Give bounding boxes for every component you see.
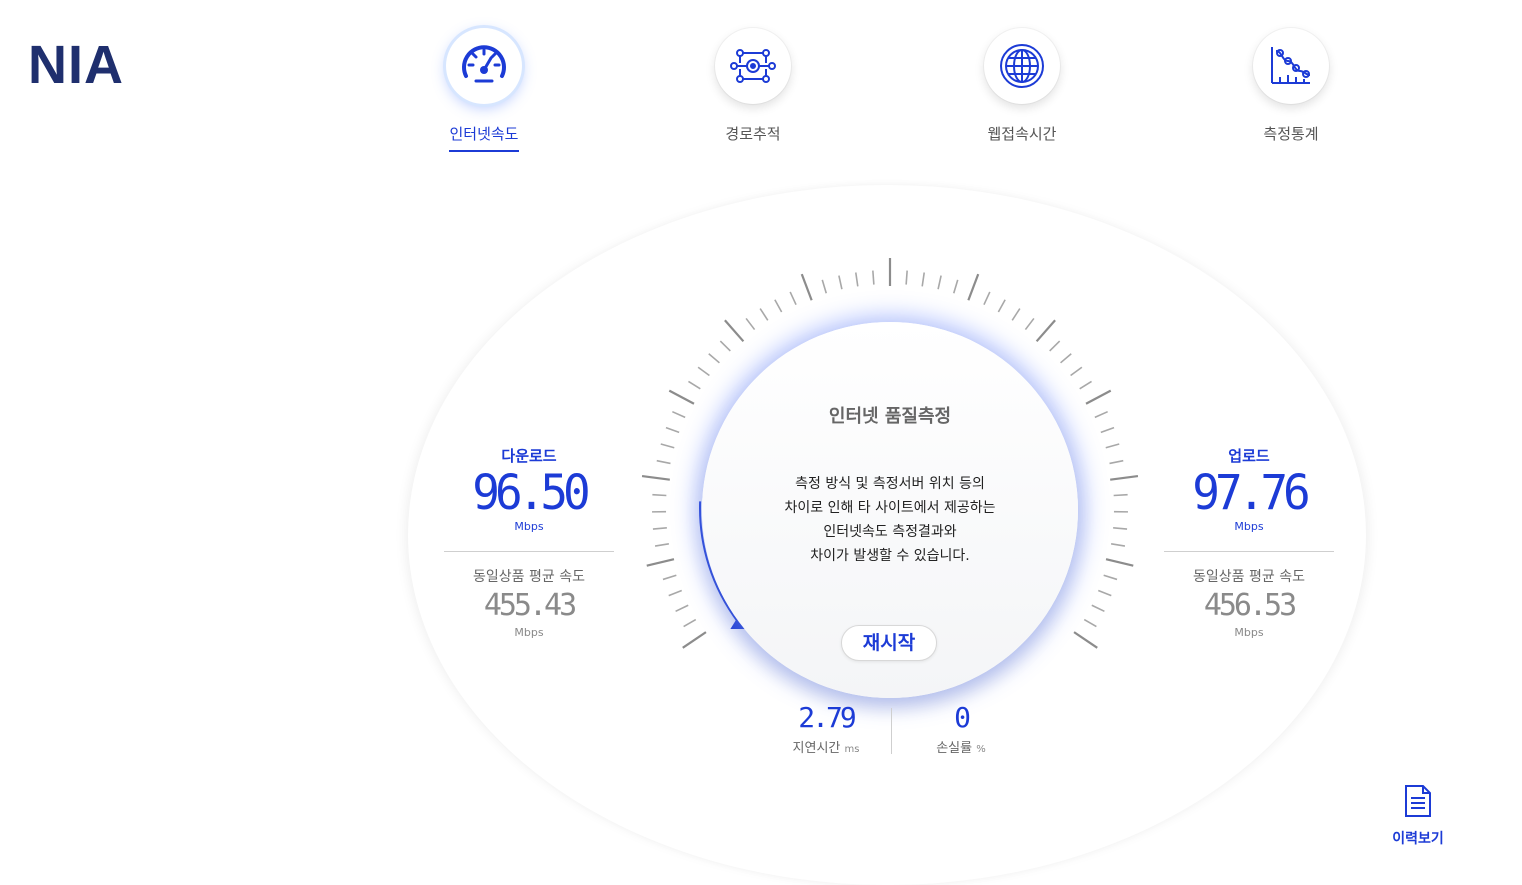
- gauge-message-line: 차이로 인해 타 사이트에서 제공하는: [702, 496, 1078, 520]
- upload-avg-unit: Mbps: [1164, 626, 1334, 639]
- gauge-tick: [1114, 495, 1128, 496]
- gauge-tick: [1104, 575, 1117, 579]
- gauge-tick: [1111, 544, 1125, 546]
- gauge-tick: [642, 476, 670, 480]
- upload-unit: Mbps: [1164, 520, 1334, 533]
- download-value: 96.50: [444, 467, 614, 517]
- gauge-tick: [790, 292, 796, 305]
- gauge-message-line: 차이가 발생할 수 있습니다.: [702, 544, 1078, 568]
- download-unit: Mbps: [444, 520, 614, 533]
- document-icon: [1403, 784, 1433, 818]
- gauge-message-line: 측정 방식 및 측정서버 위치 등의: [702, 472, 1078, 496]
- divider: [444, 551, 614, 552]
- upload-value: 97.76: [1164, 467, 1334, 517]
- gauge-tick: [760, 309, 768, 321]
- gauge-tick: [672, 412, 685, 418]
- gauge-tick: [1012, 309, 1020, 321]
- gauge-tick: [1025, 318, 1033, 329]
- latency-value: 2.79: [776, 702, 876, 734]
- loss-label: 손실률 %: [911, 737, 1011, 756]
- download-avg-value: 455.43: [444, 588, 614, 624]
- download-panel: 다운로드 96.50 Mbps 동일상품 평균 속도 455.43 Mbps: [444, 445, 614, 639]
- gauge-tick: [653, 528, 667, 529]
- gauge-tick: [669, 391, 694, 404]
- gauge-tick: [1110, 461, 1124, 464]
- gauge-tick: [938, 276, 941, 290]
- gauge-tick: [647, 559, 674, 565]
- latency-label: 지연시간 ms: [776, 737, 876, 756]
- upload-avg-value: 456.53: [1164, 588, 1334, 624]
- gauge-message-line: 인터넷속도 측정결과와: [702, 520, 1078, 544]
- gauge-tick: [709, 354, 720, 363]
- gauge-tick: [676, 605, 689, 611]
- gauge-tick: [1084, 620, 1096, 627]
- gauge-tick: [666, 428, 679, 433]
- download-avg-label: 동일상품 평균 속도: [444, 566, 614, 586]
- gauge-tick: [669, 590, 682, 595]
- gauge-tick: [775, 300, 782, 312]
- gauge-tick: [720, 341, 730, 351]
- gauge-tick: [1080, 381, 1092, 388]
- gauge-tick: [657, 461, 671, 464]
- download-avg-unit: Mbps: [444, 626, 614, 639]
- loss-value: 0: [911, 702, 1011, 734]
- gauge-tick: [839, 276, 842, 290]
- upload-panel: 업로드 97.76 Mbps 동일상품 평균 속도 456.53 Mbps: [1164, 445, 1334, 639]
- divider: [1164, 551, 1334, 552]
- gauge-tick: [1101, 428, 1114, 433]
- gauge-tick: [802, 274, 812, 300]
- gauge-tick: [652, 495, 666, 496]
- gauge-tick: [1050, 341, 1060, 351]
- history-button[interactable]: 이력보기: [1382, 784, 1454, 848]
- gauge-message: 측정 방식 및 측정서버 위치 등의 차이로 인해 타 사이트에서 제공하는 인…: [702, 472, 1078, 568]
- loss-label-text: 손실률: [936, 741, 972, 756]
- loss-metric: 0 손실률 %: [911, 702, 1011, 756]
- latency-label-text: 지연시간: [793, 741, 841, 756]
- gauge-tick: [1110, 476, 1138, 480]
- gauge-tick: [822, 280, 826, 293]
- gauge-tick: [1106, 559, 1133, 565]
- gauge-tick: [663, 575, 676, 579]
- gauge-tick: [998, 300, 1005, 312]
- gauge-tick: [1098, 590, 1111, 595]
- gauge-tick: [746, 318, 754, 329]
- gauge-tick: [906, 271, 907, 285]
- gauge-title: 인터넷 품질측정: [702, 402, 1078, 428]
- gauge-tick: [1092, 605, 1105, 611]
- gauge-tick: [1061, 354, 1072, 363]
- gauge-tick: [698, 367, 709, 375]
- gauge-tick: [1106, 444, 1119, 448]
- gauge-tick: [984, 292, 990, 305]
- gauge-tick: [1086, 391, 1111, 404]
- gauge-tick: [1037, 320, 1055, 341]
- gauge-tick: [1113, 528, 1127, 529]
- gauge-tick: [1095, 412, 1108, 418]
- gauge-tick: [684, 620, 696, 627]
- gauge-tick: [661, 444, 674, 448]
- history-label: 이력보기: [1382, 828, 1454, 848]
- gauge-tick: [968, 274, 978, 300]
- gauge-tick: [1074, 632, 1097, 648]
- metric-divider: [891, 708, 892, 754]
- gauge-tick: [922, 272, 924, 286]
- gauge-tick: [856, 272, 858, 286]
- loss-unit: %: [976, 744, 986, 755]
- restart-button[interactable]: 재시작: [841, 625, 937, 661]
- gauge-tick: [688, 381, 700, 388]
- upload-avg-label: 동일상품 평균 속도: [1164, 566, 1334, 586]
- gauge-tick: [683, 632, 706, 648]
- gauge-tick: [954, 280, 958, 293]
- gauge-tick: [1071, 367, 1082, 375]
- latency-metric: 2.79 지연시간 ms: [776, 702, 876, 756]
- gauge-tick: [873, 271, 874, 285]
- latency-unit: ms: [845, 744, 860, 755]
- gauge-tick: [725, 320, 743, 341]
- gauge-tick: [655, 544, 669, 546]
